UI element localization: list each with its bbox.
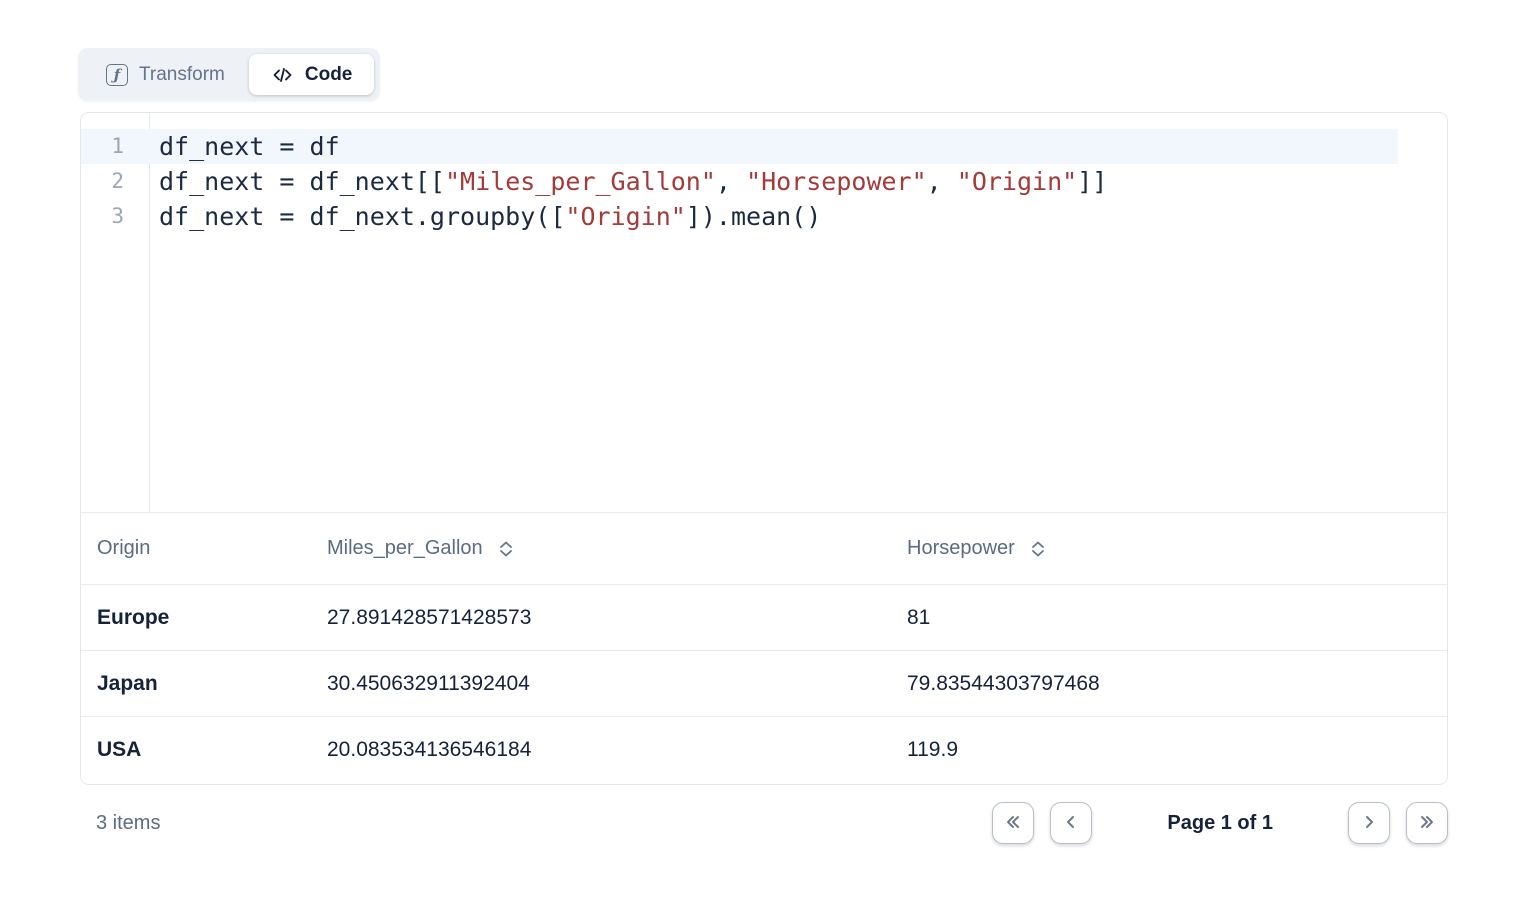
line-number: 2 (81, 164, 149, 199)
cell-origin: USA (81, 738, 327, 762)
cell-origin: Europe (81, 606, 327, 630)
view-switcher: ƒ Transform Code (78, 48, 380, 101)
items-count: 3 items (80, 812, 160, 835)
chevron-right-icon (1359, 812, 1379, 835)
column-header-horsepower: Horsepower (907, 537, 1447, 560)
line-number: 1 (81, 129, 149, 164)
cell-horsepower: 79.83544303797468 (907, 672, 1447, 696)
table-row[interactable]: Japan 30.450632911392404 79.835443037974… (81, 651, 1447, 717)
cell-origin: Japan (81, 672, 327, 696)
code-text: df_next = df_next[["Miles_per_Gallon", "… (149, 164, 1107, 199)
tab-code[interactable]: Code (249, 54, 375, 95)
double-chevron-right-icon (1417, 812, 1437, 835)
cell-horsepower: 119.9 (907, 738, 1447, 762)
code-line-3[interactable]: 3 df_next = df_next.groupby(["Origin"]).… (81, 199, 1447, 234)
function-icon: ƒ (106, 64, 128, 86)
code-text: df_next = df_next.groupby(["Origin"]).me… (149, 199, 821, 234)
cell-miles-per-gallon: 30.450632911392404 (327, 672, 907, 696)
tab-code-label: Code (305, 64, 353, 86)
tab-transform[interactable]: ƒ Transform (84, 54, 247, 95)
page-indicator: Page 1 of 1 (1167, 812, 1273, 835)
cell-miles-per-gallon: 27.891428571428573 (327, 606, 907, 630)
column-header-miles-per-gallon: Miles_per_Gallon (327, 537, 907, 560)
column-header-origin: Origin (81, 537, 327, 560)
table-header-row: Origin Miles_per_Gallon Horsepower (81, 513, 1447, 585)
table-row[interactable]: USA 20.083534136546184 119.9 (81, 717, 1447, 783)
last-page-button[interactable] (1406, 802, 1448, 844)
next-page-button[interactable] (1348, 802, 1390, 844)
code-editor[interactable]: 1 df_next = df 2 df_next = df_next[["Mil… (81, 113, 1447, 513)
sort-icon[interactable] (498, 540, 514, 558)
code-line-2[interactable]: 2 df_next = df_next[["Miles_per_Gallon",… (81, 164, 1447, 199)
first-page-button[interactable] (992, 802, 1034, 844)
code-text: df_next = df (149, 129, 340, 164)
cell-miles-per-gallon: 20.083534136546184 (327, 738, 907, 762)
pagination: Page 1 of 1 (992, 802, 1448, 844)
table-row[interactable]: Europe 27.891428571428573 81 (81, 585, 1447, 651)
code-line-1[interactable]: 1 df_next = df (81, 129, 1398, 164)
chevron-left-icon (1061, 812, 1081, 835)
code-icon (271, 64, 294, 86)
previous-page-button[interactable] (1050, 802, 1092, 844)
line-number: 3 (81, 199, 149, 234)
tab-transform-label: Transform (139, 64, 225, 86)
double-chevron-left-icon (1003, 812, 1023, 835)
sort-icon[interactable] (1030, 540, 1046, 558)
table-footer: 3 items Page 1 of 1 (80, 802, 1448, 844)
cell-horsepower: 81 (907, 606, 1447, 630)
code-panel: 1 df_next = df 2 df_next = df_next[["Mil… (80, 112, 1448, 785)
